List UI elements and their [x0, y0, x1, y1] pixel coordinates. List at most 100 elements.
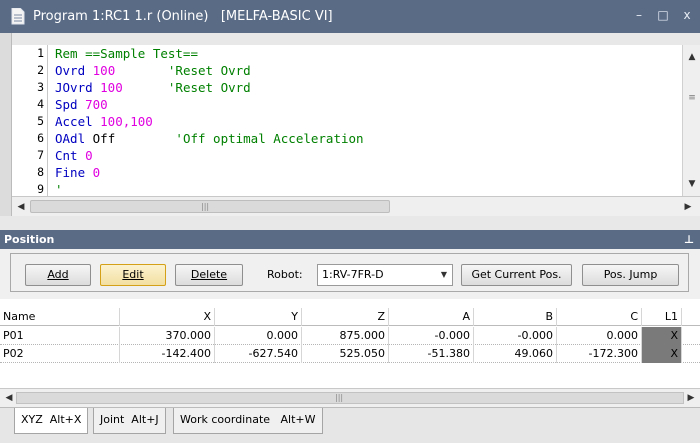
scroll-right-icon[interactable]: ▶	[683, 391, 699, 406]
pin-icon[interactable]: ⊥	[684, 230, 694, 249]
code-token: 100	[100, 80, 123, 95]
scroll-left-icon[interactable]: ◀	[13, 199, 29, 215]
position-toolbar-area: Add Edit Delete Robot: 1:RV-7FR-D ▼ Get …	[0, 249, 700, 299]
table-cell[interactable]: P02	[0, 345, 120, 363]
code-token: 0	[85, 148, 93, 163]
editor-horizontal-scrollbar[interactable]: ◀ ||| ▶	[12, 196, 700, 216]
code-editor[interactable]: 1 Rem ==Sample Test== 2 Ovrd 100 'Reset Ovr…	[0, 33, 700, 216]
code-text[interactable]: Rem ==Sample Test==	[55, 45, 198, 62]
table-row[interactable]: P02 -142.400 -627.540 525.050 -51.380 49.060-…	[0, 345, 700, 363]
pos-jump-button[interactable]: Pos. Jump	[582, 264, 679, 286]
column-header[interactable]: A	[389, 308, 474, 326]
editor-margin	[0, 33, 12, 216]
table-cell[interactable]: -0.000	[389, 327, 474, 345]
position-panel-header: Position ⊥	[0, 230, 700, 249]
line-number: 1	[37, 46, 44, 60]
code-token: JOvrd	[55, 80, 101, 95]
panel-splitter[interactable]	[0, 216, 700, 230]
line-number: 6	[37, 131, 44, 145]
code-line[interactable]: 3 JOvrd 100 'Reset Ovrd	[12, 79, 682, 96]
scroll-down-icon[interactable]: ▼	[685, 176, 699, 192]
code-line[interactable]: 4 Spd 700	[12, 96, 682, 113]
code-text[interactable]: Accel 100,100	[55, 113, 153, 130]
column-header[interactable]: C	[557, 308, 642, 326]
code-token: 'Off optimal Acceleration	[115, 131, 364, 146]
column-header[interactable]: B	[474, 308, 557, 326]
code-token: 'Reset Ovrd	[115, 63, 251, 78]
delete-button[interactable]: Delete	[175, 264, 243, 286]
editor-vertical-scrollbar[interactable]: ▲ ≡ ▼	[682, 45, 700, 196]
edit-button[interactable]: Edit	[100, 264, 166, 286]
line-number: 8	[37, 165, 44, 179]
table-cell[interactable]: -0.000	[474, 327, 557, 345]
table-cell[interactable]: X	[642, 345, 682, 363]
table-cell[interactable]: 875.000	[302, 327, 389, 345]
table-cell[interactable]: 525.050	[302, 345, 389, 363]
line-number: 3	[37, 80, 44, 94]
code-text[interactable]: Ovrd 100 'Reset Ovrd	[55, 62, 251, 79]
chevron-down-icon[interactable]: ▼	[441, 265, 447, 285]
code-token: Fine	[55, 165, 93, 180]
code-line[interactable]: 6 OAdl Off 'Off optimal Acceleration	[12, 130, 682, 147]
code-line[interactable]: 8 Fine 0	[12, 164, 682, 181]
add-button[interactable]: Add	[25, 264, 91, 286]
table-cell[interactable]: -172.300	[557, 345, 642, 363]
robot-select[interactable]: 1:RV-7FR-D ▼	[317, 264, 453, 286]
code-text[interactable]: Fine 0	[55, 164, 100, 181]
table-cell[interactable]: 370.000	[120, 327, 215, 345]
tab-joint[interactable]: Joint Alt+J	[93, 408, 166, 434]
table-cell[interactable]: -51.380	[389, 345, 474, 363]
table-cell[interactable]: -627.540	[215, 345, 302, 363]
minimize-icon[interactable]: –	[632, 8, 646, 22]
column-header[interactable]: X	[120, 308, 215, 326]
code-line[interactable]: 7 Cnt 0	[12, 147, 682, 164]
table-cell[interactable]: 0.000	[215, 327, 302, 345]
column-header[interactable]: Name	[0, 308, 120, 326]
tab-work-coordinate[interactable]: Work coordinate Alt+W	[173, 408, 323, 434]
table-cell[interactable]: -142.400	[120, 345, 215, 363]
line-number: 5	[37, 114, 44, 128]
get-current-pos-button[interactable]: Get Current Pos.	[461, 264, 572, 286]
column-header[interactable]: L1	[642, 308, 682, 326]
code-line[interactable]: 5 Accel 100,100	[12, 113, 682, 130]
table-cell[interactable]: 49.060	[474, 345, 557, 363]
code-text[interactable]: Cnt 0	[55, 147, 93, 164]
code-text[interactable]: JOvrd 100 'Reset Ovrd	[55, 79, 251, 96]
column-header[interactable]: Z	[302, 308, 389, 326]
grid-header: Name X Y Z A B C L1	[0, 308, 700, 326]
grid-horizontal-scrollbar[interactable]: ◀ ||| ▶	[0, 388, 700, 407]
code-token: Off	[92, 131, 116, 146]
scroll-left-icon[interactable]: ◀	[1, 391, 17, 406]
code-token: Ovrd	[55, 63, 93, 78]
table-cell[interactable]: P01	[0, 327, 120, 345]
grid-hscroll-thumb[interactable]: |||	[16, 392, 684, 404]
code-text[interactable]: Spd 700	[55, 96, 108, 113]
close-icon[interactable]: x	[680, 8, 694, 22]
restore-icon[interactable]: □	[656, 8, 670, 22]
position-panel-title: Position	[4, 233, 55, 246]
code-token: 'Reset Ovrd	[122, 80, 251, 95]
scroll-right-icon[interactable]: ▶	[680, 199, 696, 215]
table-row[interactable]: P01 370.000 0.000 875.000 -0.000 -0.000 0.000 X	[0, 327, 700, 345]
code-token: Accel	[55, 114, 101, 129]
code-token: 100	[92, 63, 116, 78]
table-cell[interactable]: X	[642, 327, 682, 345]
scroll-grip-icon[interactable]: ≡	[687, 93, 697, 103]
table-cell[interactable]: 0.000	[557, 327, 642, 345]
line-number: 4	[37, 97, 44, 111]
code-text[interactable]: OAdl Off 'Off optimal Acceleration	[55, 130, 364, 147]
code-line[interactable]: 1 Rem ==Sample Test==	[12, 45, 682, 62]
code-text[interactable]: '	[55, 181, 63, 196]
tab-xyz[interactable]: XYZ Alt+X	[14, 408, 89, 434]
window-title-bar: Program 1:RC1 1.r (Online) [MELFA-BASIC …	[0, 0, 700, 33]
position-grid[interactable]: Name X Y Z A B C L1 P01 370.000 0.000 875.000 -0.00…	[0, 308, 700, 388]
code-line[interactable]: 2 Ovrd 100 'Reset Ovrd	[12, 62, 682, 79]
column-header[interactable]: Y	[215, 308, 302, 326]
editor-hscroll-thumb[interactable]: |||	[30, 200, 390, 213]
code-token: 700	[85, 97, 108, 112]
robot-select-value: 1:RV-7FR-D	[322, 268, 384, 281]
code-token: Cnt	[55, 148, 86, 163]
scroll-up-icon[interactable]: ▲	[685, 49, 699, 65]
code-line[interactable]: 9 '	[12, 181, 682, 196]
code-area[interactable]: 1 Rem ==Sample Test== 2 Ovrd 100 'Reset Ovr…	[12, 45, 682, 196]
